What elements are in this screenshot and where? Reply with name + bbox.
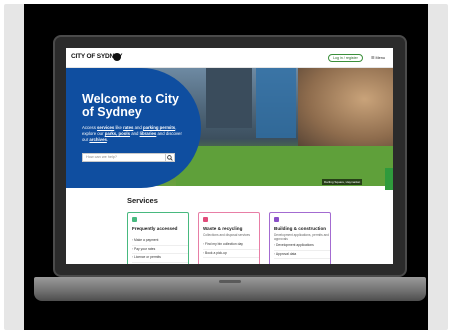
- card-links: Make a payment Pay your rates Licence or…: [132, 237, 188, 263]
- laptop-base: [34, 277, 426, 301]
- menu-label: Menu: [375, 56, 385, 60]
- list-item[interactable]: Licence or permits: [132, 254, 188, 263]
- card-title: Waste & recycling: [203, 226, 243, 231]
- list-item[interactable]: Development applications: [274, 242, 330, 251]
- list-item[interactable]: Make a payment: [132, 237, 188, 246]
- list-item[interactable]: Approval data: [274, 251, 330, 259]
- hero-title: Welcome to City of Sydney: [82, 92, 180, 119]
- building-curved: [298, 68, 393, 146]
- card-title: Frequently accessed: [132, 226, 178, 231]
- link-libraries[interactable]: libraries: [140, 131, 157, 136]
- search-icon: [167, 155, 173, 161]
- list-item[interactable]: Book a pick-up: [203, 250, 259, 258]
- card-subtitle: Collections and disposal services: [203, 233, 250, 237]
- logo-badge-icon: [113, 53, 121, 61]
- service-card-building-construction[interactable]: Building & construction Development appl…: [269, 212, 331, 264]
- feedback-tab[interactable]: [385, 168, 393, 190]
- building-dark: [206, 68, 252, 128]
- star-icon: [132, 217, 137, 222]
- card-subtitle: Development applications, permits and ap…: [274, 233, 329, 242]
- link-rates[interactable]: rates: [123, 125, 133, 130]
- card-links: Find my bin collection day Book a pick-u…: [203, 241, 259, 258]
- image-caption: Darling Square, Haymarket: [322, 179, 363, 185]
- services-title: Services: [127, 196, 158, 205]
- laptop-screen: CITY OF SYDNEY Log in / register ☰ Menu …: [66, 48, 393, 264]
- hero-intro: Access services like rates and parking p…: [82, 125, 182, 142]
- card-links: Development applications Approval data: [274, 242, 330, 259]
- bin-icon: [203, 217, 208, 222]
- site-header: CITY OF SYDNEY Log in / register ☰ Menu: [66, 48, 393, 68]
- link-archives[interactable]: archives: [89, 137, 106, 142]
- search-button[interactable]: [166, 153, 175, 162]
- menu-icon: ☰: [371, 56, 375, 60]
- service-card-frequently-accessed[interactable]: Frequently accessed Make a payment Pay y…: [127, 212, 189, 264]
- list-item[interactable]: Pay your rates: [132, 246, 188, 254]
- link-services[interactable]: services: [97, 125, 114, 130]
- service-card-waste-recycling[interactable]: Waste & recycling Collections and dispos…: [198, 212, 260, 264]
- building-icon: [274, 217, 279, 222]
- building-glass: [256, 68, 296, 138]
- login-button[interactable]: Log in / register: [328, 54, 363, 62]
- link-parking-permits[interactable]: parking permits: [143, 125, 175, 130]
- menu-button[interactable]: ☰ Menu: [371, 55, 385, 60]
- card-title: Building & construction: [274, 226, 327, 231]
- link-parks-pools[interactable]: parks, pools: [105, 131, 130, 136]
- laptop-notch: [219, 280, 241, 283]
- list-item[interactable]: Find my bin collection day: [203, 241, 259, 250]
- search-input[interactable]: How can we help?: [82, 153, 166, 162]
